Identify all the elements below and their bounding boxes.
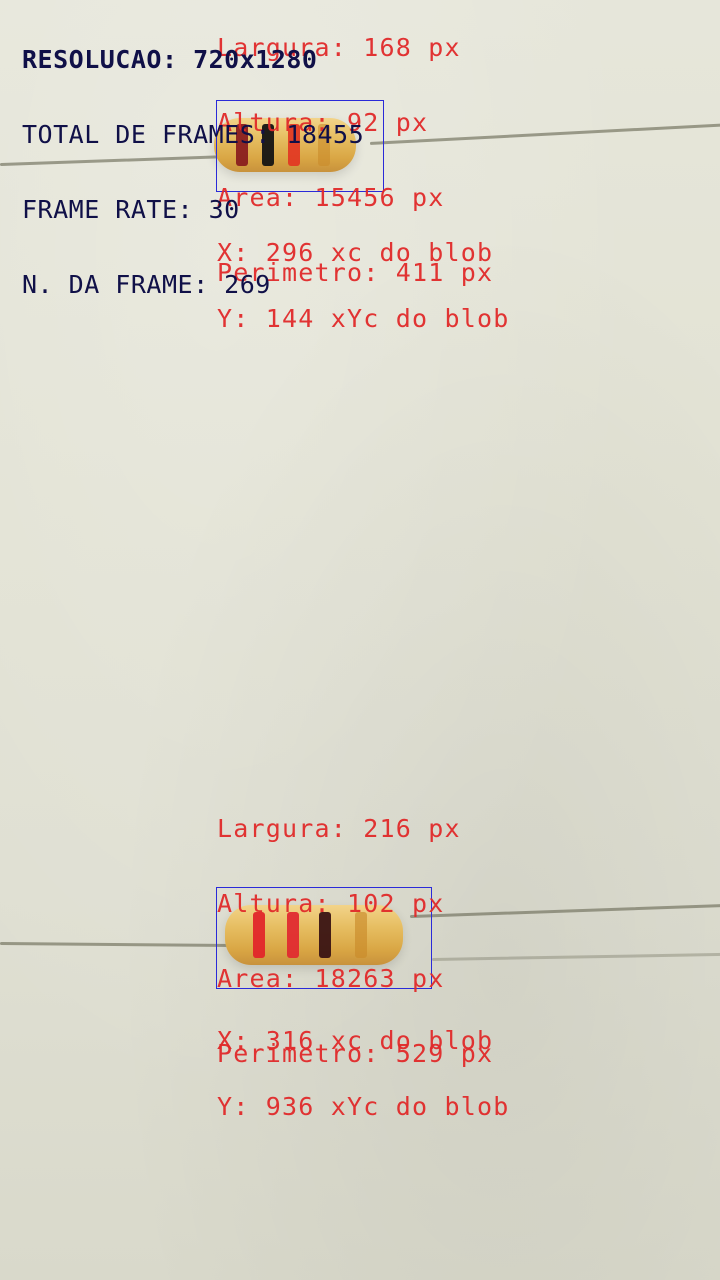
hud-overlay: RESOLUCAO: 720x1280 TOTAL DE FRAMES: 184… — [22, 0, 364, 322]
hud-resolution: RESOLUCAO: 720x1280 — [22, 45, 318, 74]
blob-2-largura: Largura: 216 px — [217, 814, 461, 843]
hud-total-frames: TOTAL DE FRAMES: 18455 — [22, 120, 365, 149]
blob-2-altura: Altura: 102 px — [217, 889, 445, 918]
resistor-2-left-lead — [0, 942, 236, 948]
hud-frame-number: N. DA FRAME: 269 — [22, 270, 271, 299]
hud-frame-rate: FRAME RATE: 30 — [22, 195, 240, 224]
blob-2-center-y: Y: 936 xYc do blob — [217, 1092, 510, 1121]
blob-2-center: X: 316 xc do blob Y: 936 xYc do blob — [217, 986, 510, 1140]
blob-2-center-x: X: 316 xc do blob — [217, 1026, 494, 1055]
